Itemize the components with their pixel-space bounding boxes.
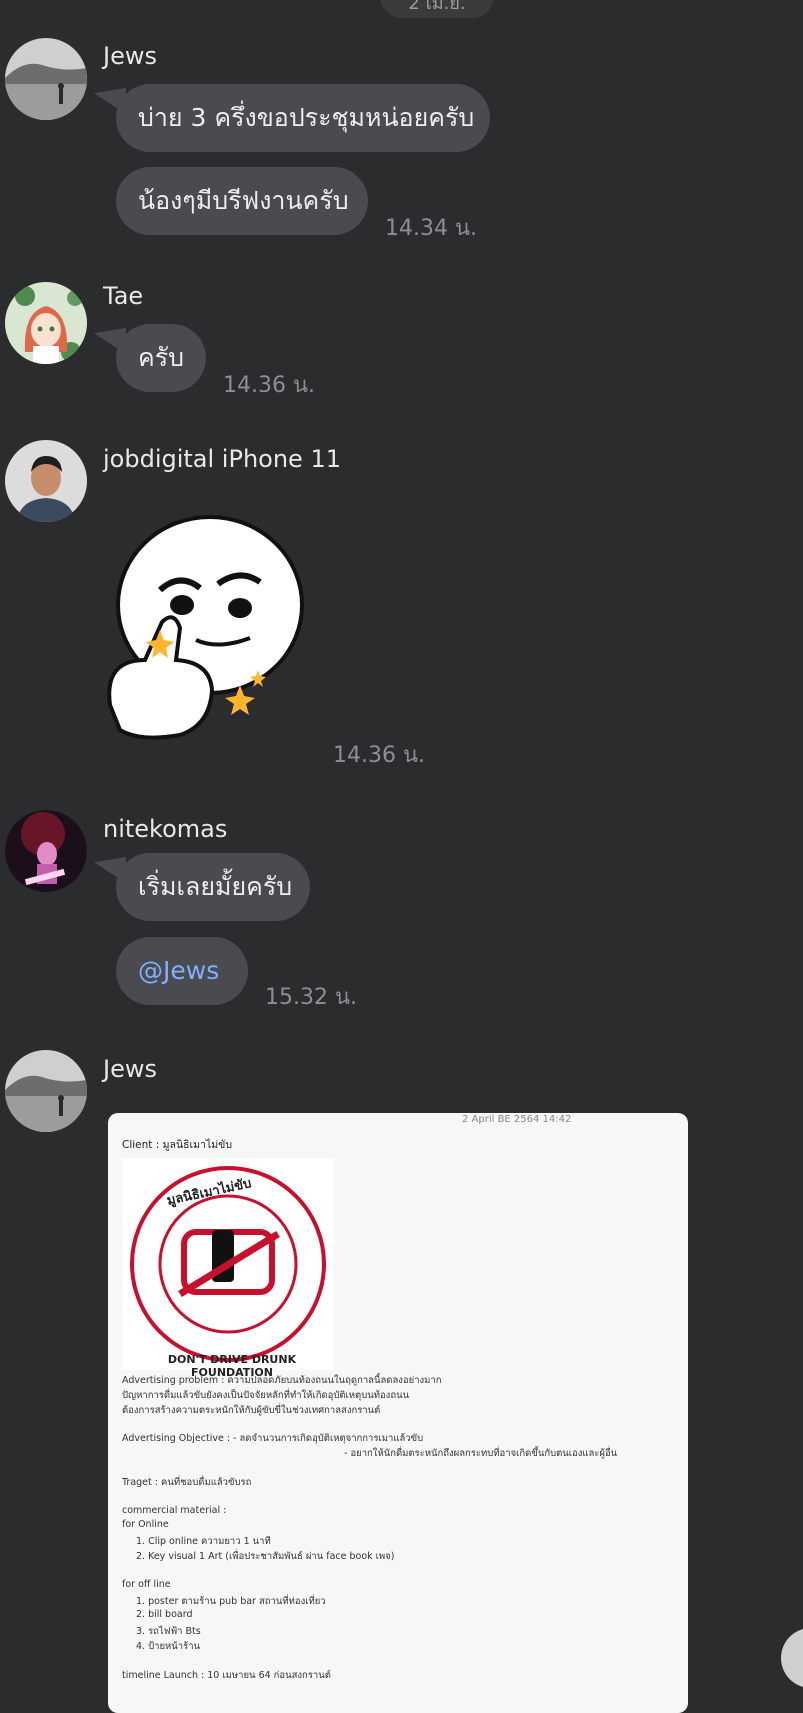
- doc-line: Advertising problem : ความปลอดภัยบนท้องถ…: [122, 1375, 442, 1386]
- scroll-to-bottom-button[interactable]: [781, 1628, 803, 1688]
- sender-name: nitekomas: [103, 815, 228, 843]
- doc-line: 1. poster ตามร้าน pub bar สถานที่ท่องเที…: [136, 1596, 326, 1607]
- avatar-anime-girl-icon: [5, 282, 87, 364]
- date-separator: 2 เม.ย.: [380, 0, 494, 18]
- doc-line: ปัญหาการดื่มแล้วขับยังคงเป็นปัจจัยหลักที…: [122, 1390, 410, 1401]
- doc-line: Advertising Objective : - ลดจำนวนการเกิด…: [122, 1433, 424, 1444]
- message-time: 14.36 น.: [223, 373, 316, 398]
- message-bubble[interactable]: เริ่มเลยมั้ยครับ: [116, 853, 310, 921]
- doc-line: 2. Key visual 1 Art (เพื่อประชาสัมพันธ์ …: [136, 1551, 395, 1562]
- sender-name: Jews: [103, 42, 157, 70]
- doc-line: - อยากให้นักดื่มตระหนักถึงผลกระทบที่อาจเ…: [344, 1448, 618, 1459]
- avatar-jews[interactable]: [5, 38, 87, 120]
- sender-name: jobdigital iPhone 11: [103, 445, 341, 473]
- sender-name: Tae: [103, 282, 144, 310]
- doc-line: commercial material :: [122, 1505, 227, 1516]
- doc-line: ต้องการสร้างความตระหนักให้กับผู้ขับขี่ใน…: [122, 1405, 381, 1416]
- mention-link[interactable]: @Jews: [138, 956, 219, 985]
- avatar-landscape-icon: [5, 1050, 87, 1132]
- avatar-nitekomas[interactable]: [5, 810, 87, 892]
- avatar-jews[interactable]: [5, 1050, 87, 1132]
- avatar-jobdigital[interactable]: [5, 440, 87, 522]
- doc-line: for Online: [122, 1519, 169, 1530]
- doc-line: 4. ป้ายหน้าร้าน: [136, 1641, 201, 1652]
- message-time: 14.36 น.: [333, 743, 426, 768]
- thumbs-up-sticker-icon[interactable]: [100, 510, 310, 760]
- doc-line: timeline Launch : 10 เมษายน 64 ก่อนสงกรา…: [122, 1670, 331, 1681]
- doc-line: Traget : คนที่ชอบดื่มแล้วขับรถ: [122, 1477, 252, 1488]
- avatar-landscape-icon: [5, 38, 87, 120]
- doc-line: 3. รถไฟฟ้า Bts: [136, 1626, 201, 1637]
- message-time: 14.34 น.: [385, 216, 478, 241]
- avatar-tae[interactable]: [5, 282, 87, 364]
- avatar-guitarist-icon: [5, 810, 87, 892]
- document-timestamp: 2 April BE 2564 14:42: [462, 1114, 572, 1125]
- document-client: Client : มูลนิธิเมาไม่ขับ: [122, 1139, 233, 1151]
- message-bubble[interactable]: น้องๆมีบรีฟงานครับ: [116, 167, 368, 235]
- avatar-person-icon: [5, 440, 87, 522]
- message-bubble[interactable]: ครับ: [116, 324, 206, 392]
- doc-line: for off line: [122, 1579, 171, 1590]
- brief-document-image[interactable]: 2 April BE 2564 14:42 Client : มูลนิธิเม…: [108, 1113, 688, 1713]
- sender-name: Jews: [103, 1055, 157, 1083]
- message-time: 15.32 น.: [265, 985, 358, 1010]
- message-bubble[interactable]: บ่าย 3 ครึ่งขอประชุมหน่อยครับ: [116, 84, 490, 152]
- mention-bubble[interactable]: @Jews: [116, 937, 248, 1005]
- doc-line: 1. Clip online ความยาว 1 นาที: [136, 1536, 271, 1547]
- doc-line: 2. bill board: [136, 1609, 193, 1620]
